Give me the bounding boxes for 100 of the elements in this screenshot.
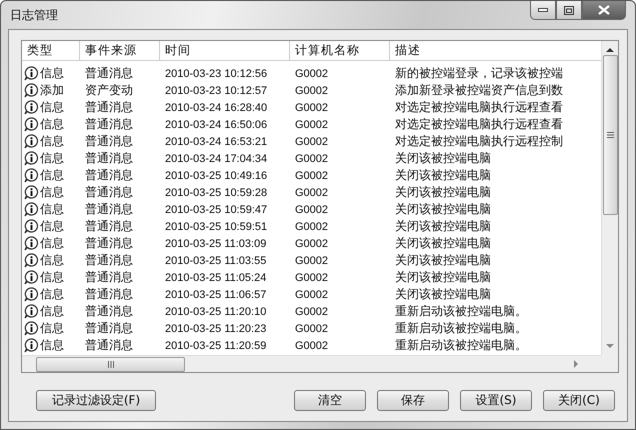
minimize-button[interactable] [530, 1, 556, 20]
time-cell-text: 2010-03-25 10:59:47 [164, 204, 268, 216]
info-icon [24, 287, 39, 302]
time-cell-text: 2010-03-25 11:20:10 [164, 306, 268, 318]
info-icon [24, 168, 39, 183]
source-cell-text: 普通消息 [84, 337, 134, 354]
description-cell-text: 对选定被控端电脑执行远程控制 [394, 133, 564, 150]
info-icon [24, 321, 39, 336]
dialog-button[interactable]: 设置(S) [460, 390, 532, 411]
description-cell-text: 对选定被控端电脑执行远程查看 [394, 99, 564, 116]
computer-cell-text: G0002 [294, 186, 330, 198]
type-cell: 信息 [40, 150, 64, 167]
column-header[interactable]: 计算机名称 [290, 41, 390, 60]
source-cell-text: 普通消息 [84, 303, 134, 320]
scroll-up-icon[interactable] [606, 47, 614, 52]
computer-cell-text: G0002 [294, 102, 330, 114]
time-cell-text: 2010-03-23 10:12:56 [164, 68, 268, 80]
computer-cell-text: G0002 [294, 306, 330, 318]
time-cell-text: 2010-03-25 11:03:09 [164, 238, 268, 250]
description-cell-text: 关闭该被控端电脑 [394, 286, 492, 303]
type-cell: 信息 [40, 337, 64, 354]
scroll-thumb[interactable] [36, 356, 185, 372]
info-icon [24, 304, 39, 319]
source-cell-text: 普通消息 [84, 218, 134, 235]
dialog-button[interactable]: 关闭(C) [543, 390, 615, 411]
source-cell-text: 普通消息 [84, 269, 134, 286]
description-cell-text: 添加新登录被控端资产信息到数 [394, 82, 564, 99]
type-cell: 信息 [40, 235, 64, 252]
grip-icon [606, 132, 614, 138]
source-cell-text: 普通消息 [84, 184, 134, 201]
computer-cell-text: G0002 [294, 272, 330, 284]
info-icon [24, 185, 39, 200]
source-cell-text: 普通消息 [84, 99, 134, 116]
scroll-down-icon[interactable] [606, 344, 614, 349]
source-cell-text: 普通消息 [84, 235, 134, 252]
source-cell-text: 普通消息 [84, 167, 134, 184]
description-cell-text: 关闭该被控端电脑 [394, 184, 492, 201]
type-cell: 信息 [40, 167, 64, 184]
description-cell-text: 重新启动该被控端电脑。 [394, 337, 528, 354]
column-header[interactable]: 时间 [160, 41, 290, 60]
info-icon [24, 253, 39, 268]
computer-cell-text: G0002 [294, 238, 330, 250]
description-cell-text: 关闭该被控端电脑 [394, 201, 492, 218]
computer-cell-text: G0002 [294, 288, 330, 300]
info-icon [24, 151, 39, 166]
horizontal-scrollbar[interactable] [22, 355, 601, 372]
info-icon [24, 117, 39, 132]
type-cell: 信息 [40, 269, 64, 286]
dialog-button[interactable]: 保存 [377, 390, 449, 411]
description-cell-text: 关闭该被控端电脑 [394, 150, 492, 167]
type-cell: 信息 [40, 303, 64, 320]
info-icon [24, 236, 39, 251]
source-cell-text: 普通消息 [84, 286, 134, 303]
computer-cell-text: G0002 [294, 170, 330, 182]
info-icon [24, 202, 39, 217]
type-cell: 信息 [40, 201, 64, 218]
source-cell-text: 普通消息 [84, 116, 134, 133]
source-cell-text: 资产变动 [84, 82, 134, 99]
minimize-icon [538, 8, 548, 12]
vertical-scrollbar[interactable] [601, 41, 618, 355]
description-cell-text: 重新启动该被控端电脑。 [394, 320, 528, 337]
dialog-button[interactable]: 清空 [294, 390, 366, 411]
computer-cell-text: G0002 [294, 136, 330, 148]
description-cell-text: 新的被控端登录，记录该被控端 [394, 65, 564, 82]
computer-cell-text: G0002 [294, 322, 330, 334]
time-cell-text: 2010-03-24 16:28:40 [164, 102, 268, 114]
description-cell-text: 关闭该被控端电脑 [394, 167, 492, 184]
source-cell-text: 普通消息 [84, 133, 134, 150]
time-cell-text: 2010-03-25 11:03:55 [164, 254, 268, 266]
description-cell-text: 重新启动该被控端电脑。 [394, 303, 528, 320]
scroll-right-icon[interactable] [574, 360, 579, 368]
source-cell-text: 普通消息 [84, 201, 134, 218]
description-cell-text: 关闭该被控端电脑 [394, 269, 492, 286]
column-header[interactable]: 类型 [22, 41, 80, 60]
close-button[interactable] [582, 1, 626, 20]
maximize-icon [564, 6, 574, 14]
computer-cell-text: G0002 [294, 340, 330, 352]
type-cell: 添加 [40, 82, 64, 99]
time-cell-text: 2010-03-25 11:06:57 [164, 288, 268, 300]
grip-icon [108, 360, 114, 368]
type-cell: 信息 [40, 320, 64, 337]
time-cell-text: 2010-03-24 16:50:06 [164, 118, 268, 130]
info-icon [24, 270, 39, 285]
time-cell-text: 2010-03-25 10:59:51 [164, 220, 268, 232]
source-cell-text: 普通消息 [84, 252, 134, 269]
close-icon [598, 5, 610, 15]
computer-cell-text: G0002 [294, 254, 330, 266]
maximize-button[interactable] [556, 1, 582, 20]
time-cell-text: 2010-03-25 11:20:23 [164, 322, 268, 334]
info-icon [24, 83, 39, 98]
column-header[interactable]: 事件来源 [80, 41, 160, 60]
time-cell-text: 2010-03-23 10:12:57 [164, 84, 268, 96]
filter-settings-button[interactable]: 记录过滤设定(F) [36, 390, 156, 411]
source-cell-text: 普通消息 [84, 65, 134, 82]
scroll-thumb[interactable] [602, 55, 618, 215]
window-title: 日志管理 [10, 7, 58, 24]
type-cell: 信息 [40, 286, 64, 303]
time-cell-text: 2010-03-25 10:49:16 [164, 170, 268, 182]
type-cell: 信息 [40, 184, 64, 201]
computer-cell-text: G0002 [294, 68, 330, 80]
